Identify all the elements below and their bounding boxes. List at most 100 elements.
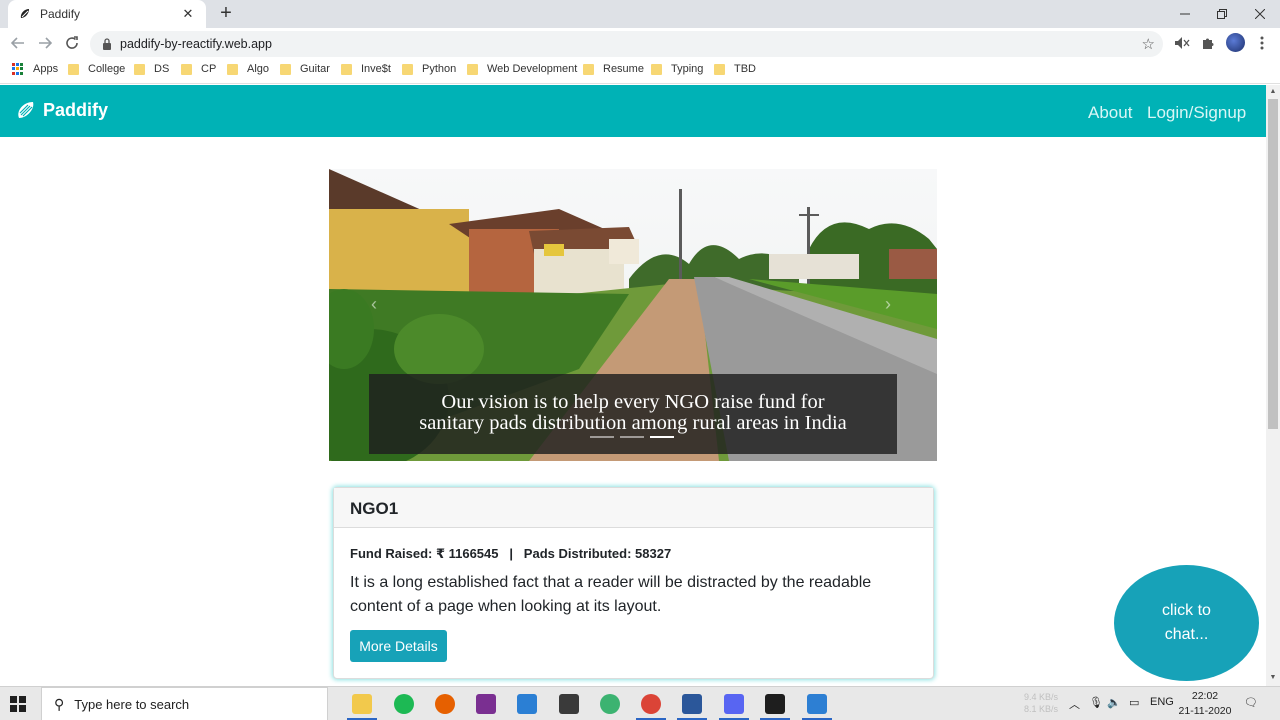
vscode-icon[interactable]	[517, 694, 537, 714]
brand-link[interactable]: Paddify	[15, 99, 108, 121]
window-close-icon[interactable]	[1241, 0, 1279, 28]
notification-icon[interactable]: 🗨	[1244, 696, 1258, 709]
browser-tab[interactable]: Paddify ✕	[8, 0, 206, 28]
ngo-card-title: NGO1	[334, 488, 933, 528]
firefox-icon[interactable]	[435, 694, 455, 714]
carousel-next-icon[interactable]: ›	[885, 294, 891, 315]
restore-icon[interactable]	[1203, 0, 1241, 28]
discord-icon[interactable]	[724, 694, 744, 714]
carousel-indicator-2[interactable]	[620, 436, 644, 438]
page-scrollbar[interactable]: ▲ ▼	[1266, 85, 1280, 686]
tab-title: Paddify	[40, 7, 81, 21]
ngo-card-description: It is a long established fact that a rea…	[350, 574, 872, 615]
bookmark-star-icon[interactable]: ☆	[1142, 35, 1155, 53]
chrome-icon[interactable]	[641, 694, 661, 714]
folder-icon	[341, 63, 352, 75]
page-viewport: Paddify About Login/Signup ‹ › Our visio…	[0, 85, 1266, 686]
bookmark-apps[interactable]: Apps	[12, 63, 58, 75]
nav-login-link[interactable]: Login/Signup	[1147, 103, 1246, 123]
more-details-button[interactable]: More Details	[350, 630, 447, 662]
spotify-icon[interactable]	[394, 694, 414, 714]
caption-line-2: sanitary pads distribution among rural a…	[419, 412, 847, 434]
net-upload: 9.4 KB/s	[1023, 692, 1058, 702]
microphone-icon[interactable]: 🎙	[1089, 696, 1103, 709]
pad-logo-icon	[18, 102, 34, 118]
bookmark-guitar[interactable]: Guitar	[280, 63, 330, 75]
atom-icon[interactable]	[600, 694, 620, 714]
bookmark-algo[interactable]: Algo	[227, 63, 269, 75]
address-bar[interactable]: paddify-by-reactify.web.app ☆	[90, 31, 1163, 57]
word-icon[interactable]	[682, 694, 702, 714]
back-icon[interactable]	[8, 33, 28, 53]
carousel-caption-box: Our vision is to help every NGO raise fu…	[369, 374, 897, 454]
carousel-indicators	[590, 436, 674, 438]
bookmark-ds[interactable]: DS	[134, 63, 169, 75]
volume-icon[interactable]: 🔈	[1107, 696, 1121, 709]
ngo-card-stats: Fund Raised: ₹ 1166545 | Pads Distribute…	[350, 546, 672, 561]
terminal-icon[interactable]	[765, 694, 785, 714]
forward-icon[interactable]	[35, 33, 55, 53]
bookmark-typing[interactable]: Typing	[651, 63, 703, 75]
folder-icon	[181, 63, 192, 75]
browser-tab-strip: Paddify ✕ +	[0, 0, 1280, 28]
bookmark-resume[interactable]: Resume	[583, 63, 644, 75]
bookmark-college[interactable]: College	[68, 63, 125, 75]
hero-carousel: ‹ › Our vision is to help every NGO rais…	[329, 169, 937, 461]
bookmark-web-development[interactable]: Web Development	[467, 63, 577, 75]
folder-icon	[227, 63, 238, 75]
photos-icon[interactable]	[807, 694, 827, 714]
clock-time: 22:02	[1191, 690, 1219, 702]
tray-expand-icon[interactable]: ︿	[1069, 696, 1080, 712]
nav-about-link[interactable]: About	[1088, 103, 1132, 123]
winrar-icon[interactable]	[476, 694, 496, 714]
bookmark-python[interactable]: Python	[402, 63, 456, 75]
search-icon: ⚲	[54, 695, 65, 712]
net-download: 8.1 KB/s	[1023, 704, 1058, 714]
folder-icon	[651, 63, 662, 75]
folder-icon	[280, 63, 291, 75]
chat-button[interactable]: click to chat...	[1114, 565, 1259, 681]
scrollbar-thumb[interactable]	[1268, 99, 1278, 429]
new-tab-button[interactable]: +	[216, 3, 236, 25]
language-indicator[interactable]: ENG	[1150, 696, 1174, 708]
windows-taskbar: ⚲ Type here to search 9.4 KB/s 8.1 KB/s …	[0, 686, 1280, 720]
sublime-text-icon[interactable]	[559, 694, 579, 714]
scroll-up-icon[interactable]: ▲	[1269, 88, 1277, 95]
carousel-indicator-3[interactable]	[650, 436, 674, 438]
reload-icon[interactable]	[62, 33, 82, 53]
carousel-prev-icon[interactable]: ‹	[371, 294, 377, 315]
folder-icon	[134, 63, 145, 75]
network-speed: 9.4 KB/s 8.1 KB/s	[1020, 691, 1058, 715]
chrome-menu-icon[interactable]	[1253, 34, 1271, 52]
paddify-favicon-icon	[20, 9, 29, 18]
carousel-indicator-1[interactable]	[590, 436, 614, 438]
profile-avatar[interactable]	[1226, 33, 1245, 52]
file-explorer-icon[interactable]	[352, 694, 372, 714]
extensions-icon[interactable]	[1199, 34, 1217, 52]
bookmark-tbd[interactable]: TBD	[714, 63, 756, 75]
url-text: paddify-by-reactify.web.app	[120, 37, 272, 51]
folder-icon	[68, 63, 79, 75]
folder-icon	[402, 63, 413, 75]
bookmarks-bar: Apps College DS CP Algo Guitar Inve$t Py…	[0, 58, 1280, 84]
bookmark-invest[interactable]: Inve$t	[341, 63, 391, 75]
taskbar-clock[interactable]: 22:02 21-11-2020	[1174, 689, 1236, 719]
tab-close-icon[interactable]: ✕	[180, 6, 196, 22]
caption-line-1: Our vision is to help every NGO raise fu…	[441, 391, 825, 413]
folder-icon	[583, 63, 594, 75]
windows-start-icon[interactable]	[10, 696, 26, 712]
minimize-icon[interactable]	[1166, 0, 1204, 28]
clock-date: 21-11-2020	[1178, 705, 1232, 717]
bookmark-cp[interactable]: CP	[181, 63, 216, 75]
chat-label-line-1: click to	[1162, 602, 1211, 619]
ngo-card: NGO1 Fund Raised: ₹ 1166545 | Pads Distr…	[333, 487, 934, 679]
apps-grid-icon	[12, 63, 24, 75]
taskbar-search-placeholder: Type here to search	[74, 696, 190, 712]
lock-icon	[103, 38, 111, 50]
taskbar-search[interactable]: ⚲ Type here to search	[41, 687, 328, 720]
browser-toolbar: paddify-by-reactify.web.app ☆	[0, 28, 1280, 58]
battery-icon[interactable]: ▭	[1129, 696, 1139, 709]
mute-icon[interactable]	[1173, 34, 1191, 52]
scroll-down-icon[interactable]: ▼	[1269, 674, 1277, 681]
site-navbar: Paddify About Login/Signup	[0, 85, 1266, 137]
